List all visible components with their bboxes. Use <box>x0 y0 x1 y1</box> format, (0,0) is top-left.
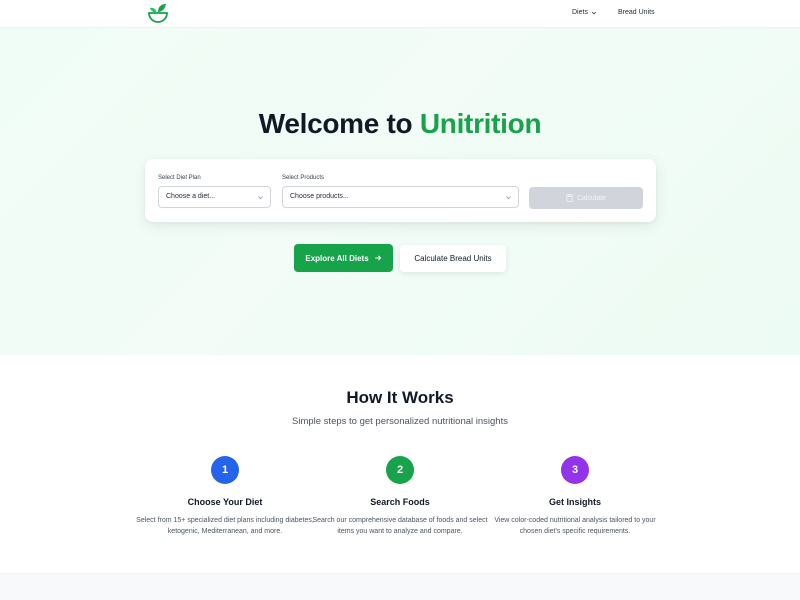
diet-plan-label: Select Diet Plan <box>158 175 201 181</box>
nav-diets-dropdown[interactable]: Diets <box>572 9 597 16</box>
calculate-button[interactable]: Calculate <box>529 187 643 209</box>
step-description: View color-coded nutritional analysis ta… <box>494 517 656 535</box>
step-card: 1 Choose Your Diet Select from 15+ speci… <box>135 456 315 538</box>
step-title: Choose Your Diet <box>187 497 263 507</box>
products-select[interactable]: Choose products... <box>282 186 519 208</box>
how-it-works-title: How It Works <box>346 388 454 407</box>
step-card: 3 Get Insights View color-coded nutritio… <box>485 456 665 538</box>
leaf-bowl-logo-icon[interactable] <box>146 2 170 26</box>
hero-title-brand: Unitrition <box>419 108 542 139</box>
step-description: Select from 15+ specialized diet plans i… <box>136 517 314 535</box>
step-card: 2 Search Foods Search our comprehensive … <box>310 456 490 538</box>
explore-diets-label: Explore All Diets <box>305 253 369 263</box>
products-label: Select Products <box>282 175 325 181</box>
top-navbar: Diets Bread Units <box>0 0 800 28</box>
chevron-down-icon <box>258 196 263 200</box>
nav-diets-label: Diets <box>572 9 588 16</box>
diet-plan-select[interactable]: Choose a diet... <box>158 186 271 208</box>
step-title: Get Insights <box>548 497 601 507</box>
chevron-down-icon <box>591 11 597 14</box>
calculator-icon <box>566 194 573 202</box>
step-number-badge: 2 <box>386 456 414 484</box>
footer-band <box>0 573 800 600</box>
hero-section: Welcome to Unitrition Select Diet Plan C… <box>0 28 800 355</box>
diet-plan-placeholder: Choose a diet... <box>166 193 216 200</box>
hero-title: Welcome to Unitrition <box>0 108 800 140</box>
step-title: Search Foods <box>370 497 430 507</box>
how-it-works-subtitle: Simple steps to get personalized nutriti… <box>292 416 508 427</box>
chevron-down-icon <box>506 196 511 200</box>
selection-card: Select Diet Plan Choose a diet... Select… <box>145 159 656 222</box>
calculate-label: Calculate <box>576 194 607 202</box>
nav-bread-units-link[interactable]: Bread Units <box>618 9 655 16</box>
products-placeholder: Choose products... <box>290 193 349 200</box>
step-number-badge: 1 <box>211 456 239 484</box>
step-number-badge: 3 <box>561 456 589 484</box>
hero-title-prefix: Welcome to <box>258 108 413 139</box>
calculate-bread-units-button[interactable]: Calculate Bread Units <box>400 245 506 272</box>
step-description: Search our comprehensive database of foo… <box>312 517 488 535</box>
arrow-right-icon <box>374 255 381 261</box>
explore-diets-button[interactable]: Explore All Diets <box>294 244 393 272</box>
